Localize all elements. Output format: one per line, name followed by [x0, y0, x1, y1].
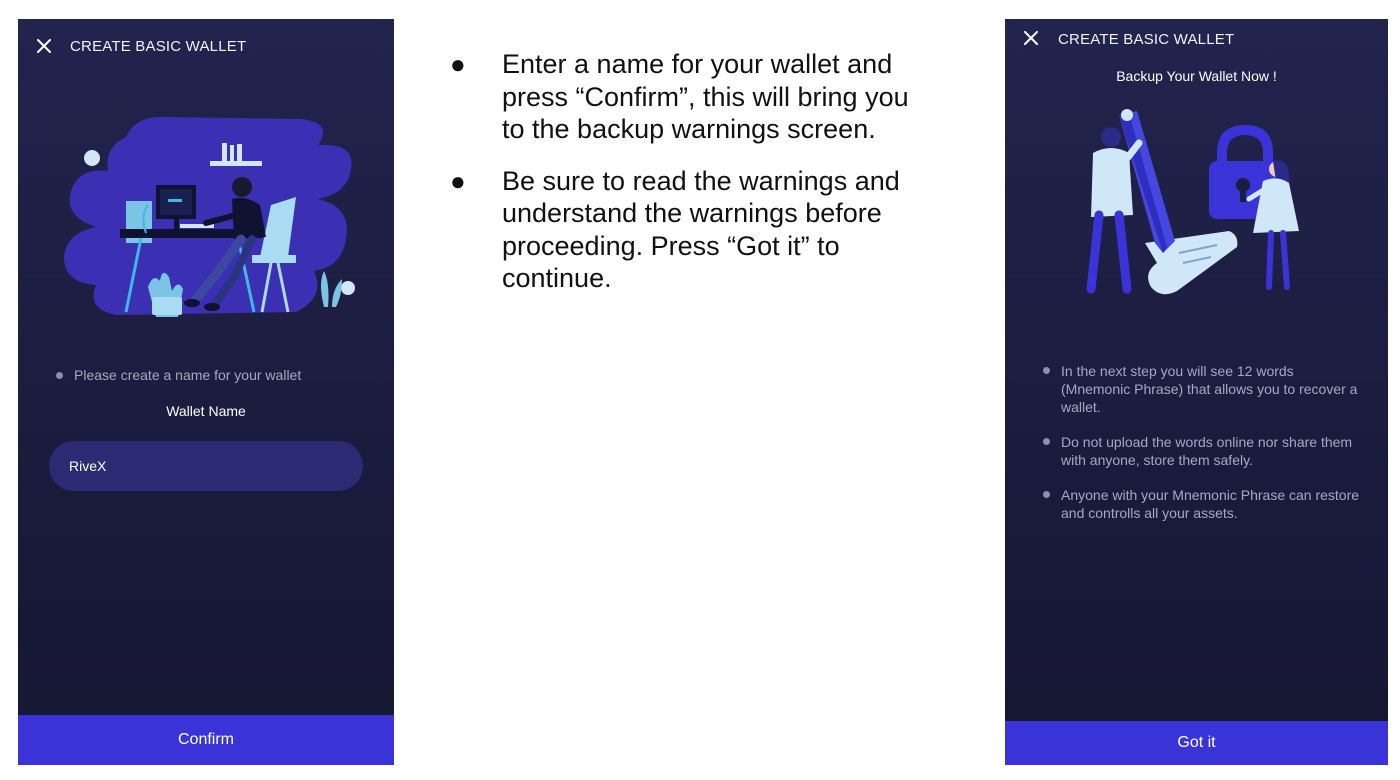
- warning-text: Do not upload the words online nor share…: [1061, 434, 1353, 468]
- close-icon[interactable]: [30, 32, 58, 60]
- wallet-name-input[interactable]: [49, 441, 363, 491]
- warning-item: In the next step you will see 12 words (…: [1043, 362, 1363, 416]
- got-it-button[interactable]: Got it: [1005, 721, 1388, 765]
- app-bar: CREATE BASIC WALLET: [1005, 19, 1388, 69]
- instructions-list: ● Enter a name for your wallet and press…: [448, 48, 928, 314]
- instruction-item: ● Enter a name for your wallet and press…: [448, 48, 928, 146]
- backup-subtitle: Backup Your Wallet Now !: [1116, 68, 1277, 84]
- wallet-name-label: Wallet Name: [166, 403, 246, 419]
- confirm-button[interactable]: Confirm: [18, 715, 394, 765]
- close-icon[interactable]: [1017, 24, 1045, 52]
- hint-text: Please create a name for your wallet: [74, 367, 302, 383]
- padlock-and-pen-illustration: [1086, 109, 1299, 295]
- bullet-icon: ●: [450, 165, 466, 196]
- person-at-computer-illustration: [64, 116, 355, 317]
- bullet-dot: [1043, 491, 1050, 498]
- app-bar: CREATE BASIC WALLET: [18, 19, 394, 69]
- bullet-dot: [56, 371, 63, 379]
- wallet-name-hint: Please create a name for your wallet: [56, 367, 301, 383]
- backup-warning-screen: CREATE BASIC WALLET Backup Your Wallet N…: [1005, 19, 1388, 765]
- screen-title: CREATE BASIC WALLET: [1058, 31, 1235, 48]
- bullet-icon: ●: [450, 49, 466, 79]
- bullet-dot: [1043, 438, 1050, 445]
- instruction-text: Be sure to read the warnings and underst…: [502, 165, 900, 294]
- instruction-text: Enter a name for your wallet and press “…: [502, 49, 909, 144]
- screen-title: CREATE BASIC WALLET: [70, 38, 247, 55]
- bullet-dot: [1043, 367, 1050, 374]
- warning-item: Do not upload the words online nor share…: [1043, 433, 1363, 469]
- warning-item: Anyone with your Mnemonic Phrase can res…: [1043, 486, 1363, 522]
- instruction-item: ● Be sure to read the warnings and under…: [448, 165, 928, 295]
- create-wallet-screen: CREATE BASIC WALLET Please create a name…: [18, 19, 394, 765]
- backup-warnings-list: In the next step you will see 12 words (…: [1043, 362, 1363, 539]
- warning-text: Anyone with your Mnemonic Phrase can res…: [1061, 487, 1360, 521]
- warning-text: In the next step you will see 12 words (…: [1061, 363, 1358, 415]
